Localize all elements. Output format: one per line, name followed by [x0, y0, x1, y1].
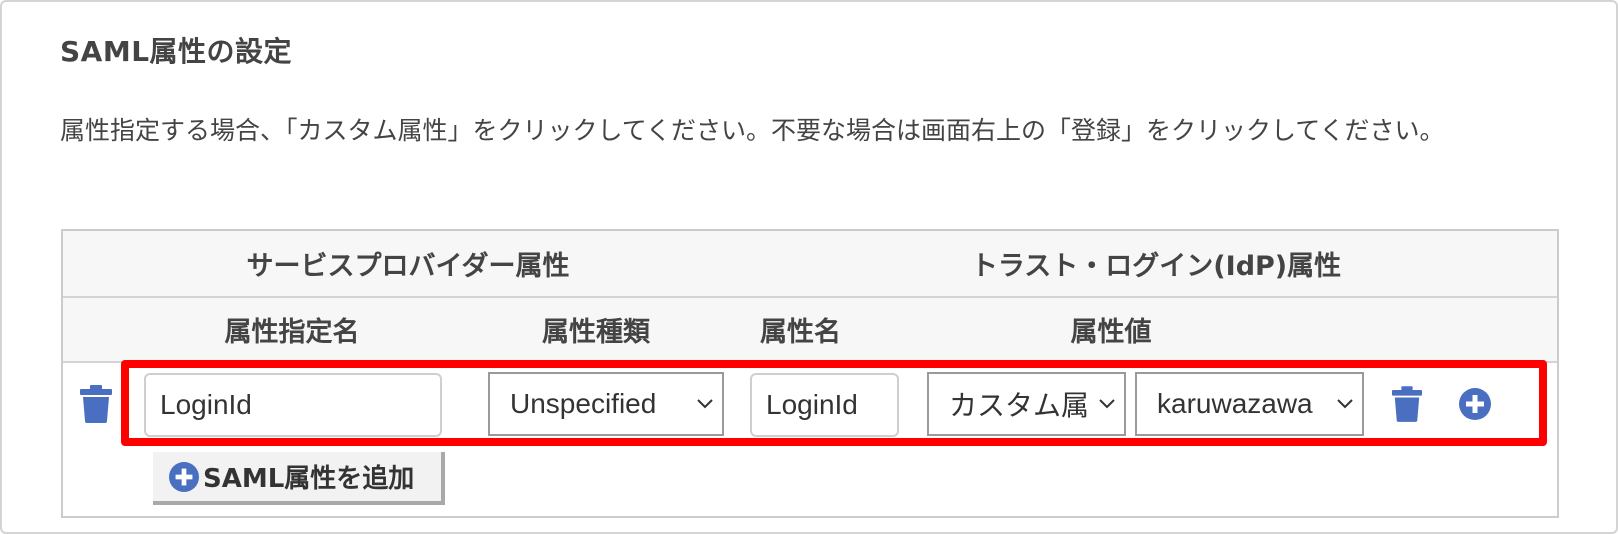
- header-attr-type: 属性種類: [542, 317, 650, 348]
- plus-circle-icon: [169, 461, 199, 492]
- section-title: SAML属性の設定: [60, 35, 293, 68]
- add-saml-attribute-button[interactable]: SAML属性を追加: [153, 452, 445, 505]
- header-attr-name: 属性名: [760, 317, 841, 348]
- header-idp: トラスト・ログイン(IdP)属性: [970, 251, 1342, 282]
- trash-icon[interactable]: [78, 384, 114, 424]
- header-attr-value: 属性値: [1070, 317, 1152, 348]
- header-service-provider: サービスプロバイダー属性: [246, 251, 570, 282]
- group-header-row: サービスプロバイダー属性 トラスト・ログイン(IdP)属性: [63, 231, 1557, 298]
- column-header-row: 属性指定名 属性種類 属性名 属性値: [63, 298, 1557, 363]
- highlight-box: [121, 360, 1547, 446]
- section-description: 属性指定する場合、「カスタム属性」をクリックしてください。不要な場合は画面右上の…: [60, 116, 1445, 145]
- add-saml-attribute-label: SAML属性を追加: [203, 464, 415, 494]
- header-attr-designation: 属性指定名: [224, 317, 360, 348]
